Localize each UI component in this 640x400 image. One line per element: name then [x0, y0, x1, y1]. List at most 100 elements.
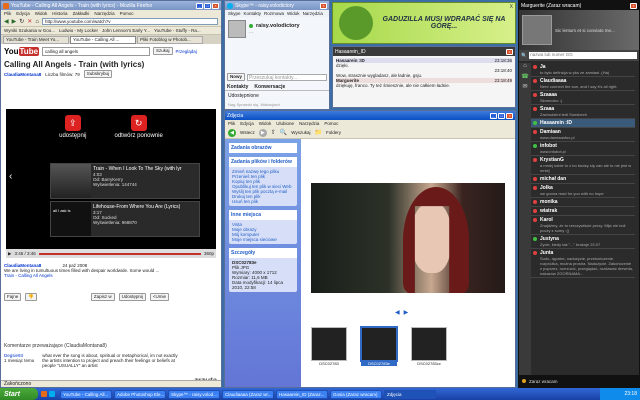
online-status-icon[interactable]: [249, 24, 253, 28]
contact-item[interactable]: Claudiaaaa Nere connect the sun, and I sa…: [531, 77, 635, 91]
minimize-button[interactable]: _: [196, 2, 203, 9]
skype-search-input[interactable]: Przeszukaj kontakty...: [247, 73, 327, 81]
skype-menu-item[interactable]: Kontakty: [244, 11, 262, 16]
search-icon[interactable]: 🔍: [280, 129, 287, 136]
contact-item[interactable]: Junta Sudo, rępaleć, naduźycie, przekończ…: [531, 249, 635, 278]
skype-new-button[interactable]: Nowy: [227, 73, 246, 81]
gg-search-input[interactable]: nazwa lub numer GG: [529, 52, 637, 59]
task-group-title[interactable]: Zadania obrazów: [229, 143, 297, 153]
gg-status-label[interactable]: Zaraz wracam: [529, 379, 558, 384]
menu-item[interactable]: Narzędzia: [299, 121, 319, 126]
related-video[interactable]: all I ask is Lifehouse-From Where You Ar…: [50, 201, 200, 237]
contact-item[interactable]: Justyna Życie, kiedy tak "..." brakuje 23…: [531, 235, 635, 249]
home-icon[interactable]: ⌂: [35, 19, 39, 25]
contact-item[interactable]: michał dan: [531, 175, 635, 184]
related-video[interactable]: Train - When I Look To The Sky (with lyr…: [50, 163, 200, 199]
url-bar[interactable]: http://www.youtube.com/watch?v: [41, 18, 218, 25]
task-group-title[interactable]: Szczegóły: [229, 248, 297, 258]
menu-widok[interactable]: Widok: [35, 11, 48, 16]
task-group-title[interactable]: Inne miejsca: [229, 210, 297, 220]
skype-menu-item[interactable]: Narzędzia: [303, 11, 323, 16]
contact-item[interactable]: Szaaa Zachodzimi tedi Sonsbech: [531, 105, 635, 119]
save-button[interactable]: Zapisz w: [90, 293, 115, 301]
close-button[interactable]: ×: [506, 112, 513, 119]
tab-3[interactable]: Pliki Fotoblog w Photob...: [137, 36, 203, 44]
taskbar-item[interactable]: Claudiaaaa (Zaraz wr...: [222, 389, 274, 399]
taskbar-item[interactable]: Hasaarein_ID (Zaraz...: [276, 389, 328, 399]
image-preview[interactable]: [311, 183, 505, 293]
forward-icon[interactable]: ▶: [258, 128, 267, 137]
contact-item[interactable]: wiatrak: [531, 207, 635, 216]
skype-close-button[interactable]: ×: [320, 2, 327, 9]
share-button[interactable]: Udostępnij: [118, 293, 146, 301]
tab-konwersacje[interactable]: Konwersacje: [254, 84, 285, 90]
menu-item[interactable]: Plik: [228, 121, 235, 126]
task-group-title[interactable]: Zadania plików i folderów: [229, 157, 297, 167]
quality-label[interactable]: 360p: [204, 251, 214, 256]
next-image-icon[interactable]: ▶: [404, 309, 409, 316]
gg-phone-icon[interactable]: ☎: [519, 73, 531, 83]
thumbnail[interactable]: [311, 327, 347, 361]
tab-1[interactable]: YouTube - Train Meet Yo...: [3, 36, 69, 44]
menu-item[interactable]: Widok: [259, 121, 272, 126]
close-button[interactable]: ×: [212, 2, 219, 9]
folders-icon[interactable]: 📁: [315, 129, 322, 136]
subscribe-button[interactable]: Subskrybuj: [83, 70, 113, 78]
taskbar-item[interactable]: Skype™ - raisy.volod...: [168, 389, 220, 399]
up-folder-icon[interactable]: ⇧: [271, 129, 276, 136]
gg-avatar[interactable]: [522, 15, 552, 45]
contact-item[interactable]: infobot www.infobot.pl: [531, 142, 635, 156]
quicklaunch-icon[interactable]: [49, 391, 55, 397]
away-status-icon[interactable]: [522, 379, 526, 383]
thumbnail-selected[interactable]: [360, 326, 398, 362]
maximize-button[interactable]: □: [204, 2, 211, 9]
taskbar-item[interactable]: Zdjęcia: [384, 389, 436, 399]
taskbar-item[interactable]: YouTube - Calling All...: [60, 389, 112, 399]
bookmark-item[interactable]: John Lennon's Early Y...: [102, 28, 150, 33]
progress-bar[interactable]: [38, 252, 201, 255]
menu-narzedzia[interactable]: Narzędzia: [94, 11, 114, 16]
skype-avatar[interactable]: [228, 20, 246, 38]
skype-contact[interactable]: Udostępnione: [225, 91, 329, 101]
search-label[interactable]: Wyszukaj: [291, 130, 310, 135]
menu-plik[interactable]: Plik: [4, 11, 11, 16]
previous-image-icon[interactable]: ◀: [395, 309, 400, 316]
bookmark-item[interactable]: Wyniki Szukania w Goo...: [4, 28, 55, 33]
menu-item[interactable]: Pomoc: [324, 121, 338, 126]
thumbnail[interactable]: [411, 327, 447, 361]
replay-action[interactable]: ↻ odtwórz ponownie: [114, 115, 163, 139]
menu-item[interactable]: Edycja: [240, 121, 254, 126]
gg-home-icon[interactable]: ⌂: [519, 63, 531, 73]
forward-icon[interactable]: ▶: [12, 18, 17, 25]
contact-item[interactable]: monika: [531, 198, 635, 207]
youtube-search-input[interactable]: calling all angels: [42, 46, 151, 56]
maximize-button[interactable]: □: [498, 112, 505, 119]
contact-item[interactable]: Ja to było definicja w pks ze zamiast .(H…: [531, 63, 635, 77]
menu-historia[interactable]: Historia: [52, 11, 67, 16]
skype-mood[interactable]: ...: [249, 29, 300, 35]
video-player[interactable]: ⇪ udostępnij ↻ odtwórz ponownie Train - …: [6, 109, 216, 249]
tab-kontakty[interactable]: Kontakty: [227, 84, 248, 90]
stop-icon[interactable]: ✕: [27, 18, 32, 25]
back-icon[interactable]: ◀: [4, 18, 9, 25]
gaduzilla-ad[interactable]: GADUZILLA MUSI WDRAPAĆ SIĘ NA GÓRĘ... X: [332, 2, 516, 44]
taskbar-item[interactable]: Gosia (Zaraz wracam): [330, 389, 382, 399]
menu-zakladki[interactable]: Zakładki: [73, 11, 90, 16]
share-action[interactable]: ⇪ udostępnij: [59, 115, 86, 139]
gg-status-message[interactable]: Sic lentum et si conviato me...: [555, 28, 636, 33]
skype-menu-item[interactable]: Widok: [287, 11, 300, 16]
embed-button[interactable]: <Umie: [149, 293, 170, 301]
play-icon[interactable]: ▶: [8, 251, 11, 257]
bookmark-item[interactable]: YouTube - Stuffy - Ra...: [154, 28, 201, 33]
place-link[interactable]: Moje miejsca sieciowe: [232, 237, 294, 242]
contact-item[interactable]: Hasaarein :ID: [531, 119, 635, 128]
back-label[interactable]: Wstecz: [240, 130, 255, 135]
clock[interactable]: 23:18: [624, 391, 637, 397]
gg-chat-close-button[interactable]: ×: [506, 48, 513, 55]
youtube-logo[interactable]: YouTube: [4, 46, 40, 56]
contact-item[interactable]: KrystianG a mniej sobie to z bo budzę się…: [531, 156, 635, 175]
dislike-button[interactable]: 👎: [25, 293, 37, 301]
menu-pomoc[interactable]: Pomoc: [120, 11, 134, 16]
quicklaunch-icon[interactable]: [41, 391, 47, 397]
desc-link[interactable]: Train - Calling All Angels: [4, 273, 216, 278]
